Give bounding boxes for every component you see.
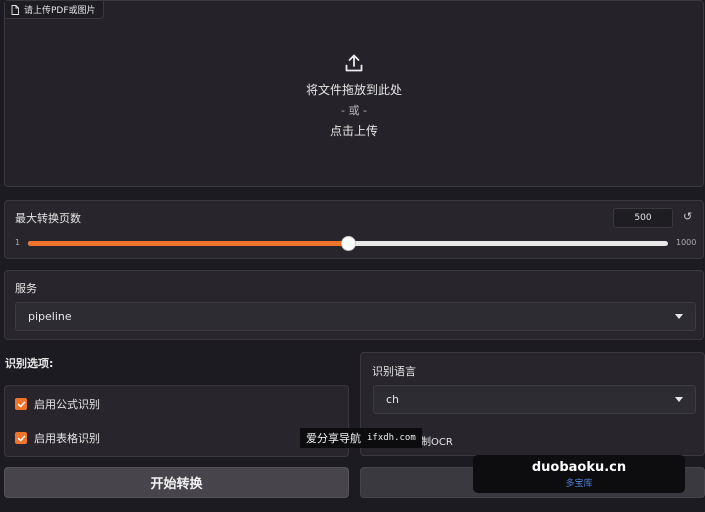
upload-prompt[interactable]: 将文件拖放到此处 - 或 - 点击上传 (5, 53, 703, 139)
max-pages-number-input[interactable]: 500 (613, 208, 673, 228)
max-pages-panel: 最大转换页数 500 ↺ 1 1000 (4, 200, 704, 259)
click-upload-link[interactable]: 点击上传 (330, 122, 378, 139)
slider-thumb[interactable] (341, 236, 356, 251)
max-pages-slider[interactable] (28, 236, 668, 251)
file-icon (11, 4, 19, 15)
slider-max-label: 1000 (676, 238, 697, 247)
slider-min-label: 1 (15, 238, 21, 247)
ocr-option-label[interactable]: 制OCR (421, 433, 453, 448)
formula-recognition-checkbox[interactable]: 启用公式识别 (15, 396, 100, 412)
service-panel: 服务 pipeline (4, 270, 704, 340)
service-selected-value: pipeline (28, 310, 72, 323)
upload-tab-text: 请上传PDF或图片 (24, 6, 96, 16)
max-pages-label: 最大转换页数 (15, 212, 81, 225)
brand-watermark: duobaoku.cn 多宝库 (473, 455, 685, 493)
language-label: 识别语言 (372, 365, 416, 378)
slider-fill (28, 241, 348, 246)
recognition-options-title: 识别选项: (5, 357, 54, 370)
chevron-down-icon (675, 314, 683, 319)
recognition-options-panel: 启用公式识别 启用表格识别 (4, 385, 349, 457)
reset-icon[interactable]: ↺ (683, 210, 692, 223)
drop-instruction: 将文件拖放到此处 (305, 83, 402, 97)
watermark-site-domain: ifxdh.com (367, 433, 416, 443)
watermark-site-name: 爱分享导航 (306, 432, 361, 445)
start-conversion-button[interactable]: 开始转换 (4, 467, 349, 498)
language-selected-value: ch (386, 393, 400, 406)
upload-tab-label: 请上传PDF或图片 (5, 1, 104, 19)
checkbox-checked-icon[interactable] (15, 432, 27, 444)
watermark-brand-domain: duobaoku.cn (531, 459, 627, 475)
table-recognition-checkbox[interactable]: 启用表格识别 (15, 430, 100, 446)
service-dropdown[interactable]: pipeline (15, 302, 696, 331)
upload-icon (345, 54, 363, 72)
watermark-brand-name: 多宝库 (565, 478, 593, 489)
or-divider: - 或 - (341, 104, 367, 117)
chevron-down-icon (675, 397, 683, 402)
site-watermark: 爱分享导航 ifxdh.com (300, 428, 422, 448)
language-dropdown[interactable]: ch (373, 385, 696, 414)
checkbox-checked-icon[interactable] (15, 398, 27, 410)
table-recognition-label: 启用表格识别 (34, 432, 100, 445)
file-upload-dropzone[interactable]: 请上传PDF或图片 将文件拖放到此处 - 或 - 点击上传 (4, 0, 704, 187)
service-label: 服务 (15, 282, 37, 295)
formula-recognition-label: 启用公式识别 (34, 398, 100, 411)
